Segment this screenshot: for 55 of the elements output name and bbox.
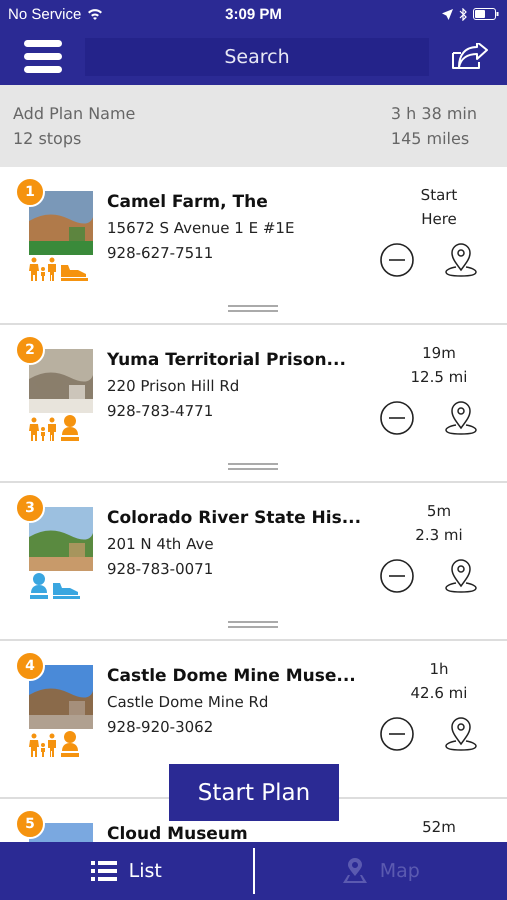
tab[interactable]: List (0, 842, 252, 900)
drag-handle-icon[interactable] (228, 305, 278, 313)
stop-phone: 928-920-3062 (107, 718, 214, 736)
map-pin-icon (342, 858, 368, 884)
stop-address: Castle Dome Mine Rd (107, 693, 268, 711)
stop-phone: 928-627-7511 (107, 244, 214, 262)
search-field[interactable]: Search (85, 38, 429, 76)
location-arrow-icon (442, 8, 453, 20)
stop-number-badge: 5 (15, 809, 45, 839)
travel-time: 5m (426, 501, 452, 522)
total-distance: 145 miles (390, 129, 470, 148)
stop-address: 15672 S Avenue 1 E #1E (107, 219, 294, 237)
stop-count: 12 stops (13, 129, 82, 148)
plan-name-field[interactable]: Add Plan Name (13, 104, 136, 123)
location-pin-icon[interactable] (444, 243, 478, 277)
stop-number-badge: 2 (15, 335, 45, 365)
location-pin-icon[interactable] (444, 717, 478, 751)
share-icon[interactable] (451, 42, 489, 70)
stop-name[interactable]: Yuma Territorial Prison... (107, 350, 346, 370)
travel-distance: 2.3 mi (415, 525, 463, 546)
stop-address: 201 N 4th Ave (107, 535, 214, 553)
stop-phone: 928-783-4771 (107, 402, 214, 420)
stop-number-badge: 1 (15, 177, 45, 207)
location-pin-icon[interactable] (444, 559, 478, 593)
drag-handle-icon[interactable] (228, 621, 278, 629)
stop-number-badge: 3 (15, 493, 45, 523)
stop-name[interactable]: Colorado River State His... (107, 508, 362, 528)
travel-time: 1h (429, 659, 449, 680)
stop-address: 220 Prison Hill Rd (107, 377, 240, 395)
stop-number-badge: 4 (15, 651, 45, 681)
wifi-icon (87, 8, 104, 20)
list-icon (90, 861, 117, 881)
remove-icon[interactable] (380, 401, 414, 435)
stop-phone: 928-783-0071 (107, 560, 214, 578)
travel-distance: Here (421, 209, 457, 230)
travel-time: Start (420, 185, 458, 206)
carrier-text: No Service (8, 6, 82, 22)
start-plan-button[interactable]: Start Plan (169, 764, 339, 821)
stop-name[interactable]: Castle Dome Mine Muse... (107, 666, 356, 686)
remove-icon[interactable] (380, 559, 414, 593)
travel-time: 19m (422, 343, 456, 364)
travel-distance: 12.5 mi (410, 367, 468, 388)
clock-text: 3:09 PM (225, 6, 282, 22)
travel-distance: 42.6 mi (410, 683, 468, 704)
remove-icon[interactable] (380, 243, 414, 277)
travel-time: 52m (422, 817, 456, 838)
remove-icon[interactable] (380, 717, 414, 751)
bluetooth-icon (458, 8, 467, 20)
stop-name[interactable]: Camel Farm, The (107, 192, 268, 212)
total-duration: 3 h 38 min (390, 104, 477, 123)
location-pin-icon[interactable] (444, 401, 478, 435)
menu-icon[interactable] (23, 38, 63, 74)
stop-name[interactable]: Cloud Museum (107, 824, 248, 842)
battery-icon (472, 8, 499, 20)
drag-handle-icon[interactable] (228, 463, 278, 471)
